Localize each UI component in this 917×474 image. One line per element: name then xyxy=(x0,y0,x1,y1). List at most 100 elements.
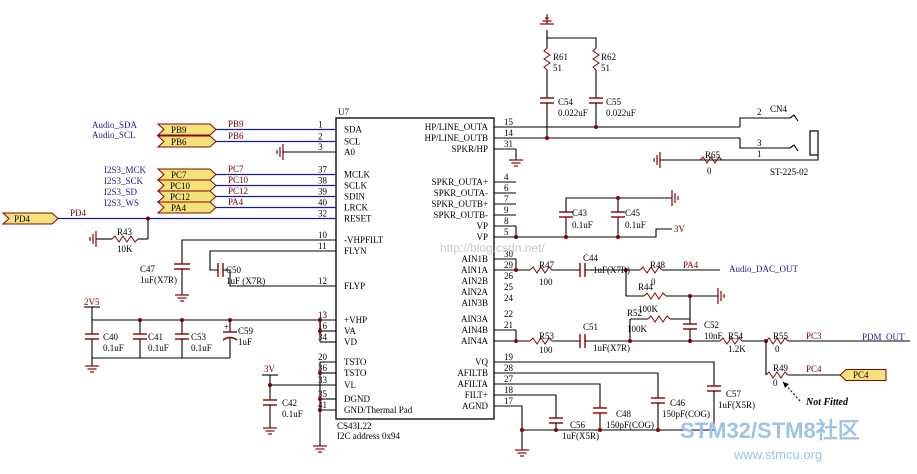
r47-ref: R47 xyxy=(539,260,555,270)
c56-value: 1uF(X5R) xyxy=(562,431,599,441)
net-pdm-out: PDM_OUT xyxy=(862,332,905,342)
c40-ref: C40 xyxy=(103,332,119,342)
r65-value: 0 xyxy=(707,166,712,176)
net-3v-right: 3V xyxy=(674,224,686,234)
net-audio-scl: Audio_SCL xyxy=(92,130,136,140)
u7-pin-number: 20 xyxy=(318,352,328,362)
c48-ref: C48 xyxy=(616,409,632,419)
u7-pin-number: 14 xyxy=(504,128,514,138)
r65-ref: R65 xyxy=(705,150,721,160)
port-pb6[interactable]: PB6 xyxy=(156,135,217,148)
u7-pin-name: HP/LINE_OUTA xyxy=(425,122,489,132)
u7-pin-name: VA xyxy=(344,326,356,336)
brand-watermark: STM32/STM8社区 xyxy=(680,418,860,443)
port-pc4[interactable]: PC4 xyxy=(839,369,887,381)
c57-ref: C57 xyxy=(726,389,742,399)
url-watermark: www.stmcu.org xyxy=(733,447,822,462)
c47-ref: C47 xyxy=(140,264,156,274)
r49-value: 0 xyxy=(773,378,778,388)
ground-icon xyxy=(175,294,189,302)
c51-ref: C51 xyxy=(583,322,598,332)
cn4-ref: CN4 xyxy=(770,104,788,114)
port-pb9[interactable]: PB9 xyxy=(156,123,217,136)
port-pc7[interactable]: PC7 xyxy=(156,168,217,181)
cn4-pin1: 1 xyxy=(757,149,762,159)
port-pc4-label: PC4 xyxy=(853,370,869,380)
net-i2s3-mck: I2S3_MCK xyxy=(104,165,147,175)
port-pa4[interactable]: PA4 xyxy=(156,201,217,214)
u7-pin-number: 15 xyxy=(504,117,514,127)
u7-pin-name: FLYP xyxy=(344,281,365,291)
c52-ref: C52 xyxy=(704,320,719,330)
c50-ref: C50 xyxy=(226,265,242,275)
c41-value: 0.1uF xyxy=(148,343,169,353)
ground-icon xyxy=(717,288,725,304)
net-audio-sda: Audio_SDA xyxy=(92,120,138,130)
u7-pin-name: FLYN xyxy=(344,246,367,256)
port-pd4[interactable]: PD4 xyxy=(1,212,59,225)
u7-pin-number: 8 xyxy=(504,216,509,226)
u7-pin-number: 27 xyxy=(504,374,514,384)
u7-pin-number: 28 xyxy=(504,363,514,373)
r53-value: 100 xyxy=(539,345,553,355)
net-pa4: PA4 xyxy=(228,197,244,207)
port-pb6-label: PB6 xyxy=(171,137,187,147)
u7-pin-name: TSTO xyxy=(344,368,367,378)
u7-pin-name: SCLK xyxy=(344,181,368,191)
u7-pin-name: SDIN xyxy=(344,192,366,202)
net-pc12: PC12 xyxy=(228,186,248,196)
u7-pin-number: 32 xyxy=(318,209,327,219)
r62-value: 51 xyxy=(601,63,610,73)
ground-icon xyxy=(276,144,284,160)
u7-pin-name: AGND xyxy=(462,401,488,411)
r54-value: 1.2K xyxy=(728,344,746,354)
c55-value: 0.022uF xyxy=(606,108,636,118)
c56-ref: C56 xyxy=(570,420,586,430)
u7-pin-name: SPKR_OUTB- xyxy=(433,210,488,220)
net-pc4: PC4 xyxy=(806,364,822,374)
net-pa4-out: PA4 xyxy=(683,260,699,270)
port-pc7-label: PC7 xyxy=(171,170,187,180)
ground-icon xyxy=(515,449,529,457)
r43-value: 10K xyxy=(117,244,133,254)
u7-pin-name: AFILTA xyxy=(458,379,489,389)
u7-pin-name: -VHPFILT xyxy=(344,235,384,245)
u7-pin-number: 37 xyxy=(318,165,328,175)
port-pb9-label: PB9 xyxy=(171,125,187,135)
c52-value: 10nF xyxy=(704,331,723,341)
c43-value: 0.1uF xyxy=(572,220,593,230)
r49-ref: R49 xyxy=(773,363,789,373)
c53-value: 0.1uF xyxy=(191,343,212,353)
u7-pin-name: VL xyxy=(344,380,356,390)
u7-pin-number: 33 xyxy=(318,375,328,385)
u7-pin-number: 22 xyxy=(504,309,513,319)
net-pd4: PD4 xyxy=(70,208,87,218)
u7-pin-name: AFILTB xyxy=(457,368,488,378)
net-pc3: PC3 xyxy=(806,331,822,341)
u7-pin-number: 9 xyxy=(504,205,509,215)
u7-pin-name: SCL xyxy=(344,137,361,147)
ground-icon xyxy=(313,445,327,453)
u7-pin-number: 31 xyxy=(504,139,513,149)
u7-pin-name: AIN4B xyxy=(462,325,489,335)
port-pc10[interactable]: PC10 xyxy=(156,179,217,192)
svg-text:+: + xyxy=(224,322,229,332)
u7-pin-number: 34 xyxy=(318,332,328,342)
blog-watermark: http://blog.csdn.net/ xyxy=(440,241,545,255)
port-pc12[interactable]: PC12 xyxy=(156,190,217,203)
u7-pin-number: 5 xyxy=(504,227,509,237)
net-pb9: PB9 xyxy=(228,119,244,129)
r43-ref: R43 xyxy=(117,227,133,237)
u7-pin-name: RESET xyxy=(344,214,372,224)
c53 xyxy=(175,320,189,358)
ground-icon xyxy=(653,152,661,168)
c40 xyxy=(85,320,99,358)
u7-pin-number: 18 xyxy=(504,385,514,395)
r48-ref: R48 xyxy=(650,260,666,270)
net-i2s3-sck: I2S3_SCK xyxy=(104,176,144,186)
u7-pin-name: SDA xyxy=(344,125,363,135)
cn4-pin2: 2 xyxy=(757,107,762,117)
ground-icon xyxy=(263,427,277,435)
u7-pin-number: 11 xyxy=(318,241,327,251)
net-pc7: PC7 xyxy=(228,164,244,174)
